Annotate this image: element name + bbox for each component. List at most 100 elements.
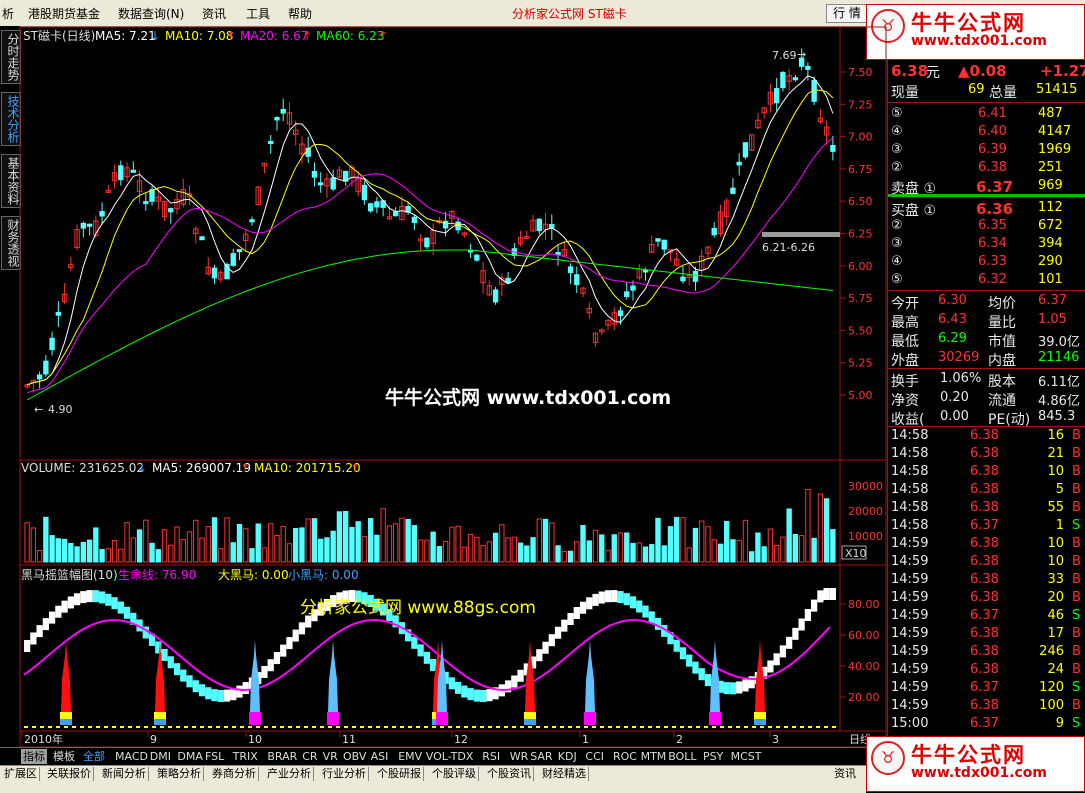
volume-bar [436, 546, 443, 563]
indicator-band [604, 590, 612, 603]
ask-price: 6.38 [978, 160, 1007, 175]
stat-label: 最低 [891, 334, 919, 350]
menu-item-news[interactable]: 资讯 [202, 5, 226, 22]
status-tab[interactable]: 产业分析 [265, 767, 314, 781]
volume-bar [492, 532, 499, 563]
status-tab[interactable]: 券商分析 [210, 767, 259, 781]
volume-bar [524, 545, 530, 563]
high-arrow-icon: → [797, 48, 806, 61]
tab-technical[interactable]: 技术分析 [1, 92, 21, 146]
status-tab[interactable]: 行业分析 [320, 767, 369, 781]
indicator-tab[interactable]: BRAR [265, 749, 299, 764]
candle-body [724, 200, 730, 218]
indicator-tab[interactable]: MACD [113, 749, 150, 764]
tick-side: B [1072, 590, 1081, 605]
indicator-tab[interactable]: PSY [701, 749, 725, 764]
indicator-tab[interactable]: ASI [369, 749, 391, 764]
indicator-tab[interactable]: VOL-TDX [424, 749, 476, 764]
quote-button[interactable]: 行 情 [826, 4, 868, 23]
indicator-tab[interactable]: BOLL [666, 749, 698, 764]
indicator-tab[interactable]: MTM [639, 749, 669, 764]
baseline-dot [192, 726, 196, 728]
bid-price: 6.32 [978, 272, 1007, 287]
stat-value: 6.30 [938, 293, 967, 308]
stat2-row: 换手 1.06% 股本 6.11亿 [888, 371, 1085, 390]
bid-qty: 101 [1038, 272, 1063, 287]
volume-bar [293, 528, 299, 563]
indicator-band [86, 590, 93, 603]
indicator-band [36, 625, 43, 638]
candle-body [811, 79, 817, 102]
volume-bar [361, 535, 368, 563]
status-tab[interactable]: 策略分析 [155, 767, 204, 781]
price-tick-label: 6.75 [848, 163, 873, 176]
status-news[interactable]: 资讯 [832, 767, 858, 781]
stat-row: 最低 6.29 市值 39.0亿 [888, 331, 1085, 350]
volume-bar [399, 517, 405, 563]
tick-time: 14:58 [891, 464, 929, 479]
menu-item-data-query[interactable]: 数据查询(N) [118, 5, 184, 22]
menu-item-hk-futures[interactable]: 港股期货基金 [28, 5, 100, 22]
baseline-dot [432, 726, 436, 728]
indicator-tab[interactable]: CR [300, 749, 319, 764]
volume-bar [286, 543, 293, 563]
baseline-dot [504, 726, 508, 728]
indicator-tab[interactable]: DMA [175, 749, 205, 764]
status-tab[interactable]: 个股研报 [375, 767, 424, 781]
candle-body [680, 276, 686, 282]
indicator-band [692, 661, 699, 674]
indicator-tab[interactable]: TRIX [231, 749, 260, 764]
menu-item-help[interactable]: 帮助 [288, 5, 312, 22]
indicator-tab[interactable]: OBV [341, 749, 368, 764]
status-tab[interactable]: 新闻分析 [100, 767, 149, 781]
indicator-band [742, 679, 749, 692]
ask-price: 6.41 [978, 106, 1007, 121]
menu-item-analysis[interactable]: 析 [2, 5, 14, 22]
volume-bar [736, 539, 742, 563]
volume-bar [255, 523, 261, 563]
volume-y-axis: 30000 20000 10000 [848, 480, 883, 543]
indicator-tab[interactable]: FSL [203, 749, 226, 764]
status-tab[interactable]: 个股资讯 [485, 767, 534, 781]
tab-fundamentals[interactable]: 基本资料 [1, 154, 21, 208]
status-tab[interactable]: 关联报价 [45, 767, 94, 781]
indicator-tab[interactable]: KDJ [556, 749, 579, 764]
indicator-band [523, 663, 530, 676]
indicator-tab[interactable]: WR [508, 749, 531, 764]
tab-financials[interactable]: 财务透视 [1, 216, 21, 270]
status-tab[interactable]: 个股评级 [430, 767, 479, 781]
indicator-tab[interactable]: DMI [148, 749, 173, 764]
candle-body [636, 268, 642, 279]
tick-qty: 100 [1039, 698, 1064, 713]
indicator-tab[interactable]: 全部 [81, 749, 107, 764]
volume-bar [236, 523, 243, 563]
indicator-tab[interactable]: EMV [396, 749, 424, 764]
status-tab[interactable]: 扩展区 [2, 767, 40, 781]
volume-bar [830, 529, 836, 563]
tick-qty: 33 [1047, 572, 1064, 587]
candle-body [830, 144, 836, 152]
candle-body [455, 221, 461, 231]
tab-time-share[interactable]: 分时走势 [1, 30, 21, 84]
indicator-tab[interactable]: 模板 [51, 749, 77, 764]
status-tab[interactable]: 财经精选 [540, 767, 589, 781]
tick-row: 14:58 6.38 5 B [888, 482, 1085, 500]
candle-body [730, 187, 736, 194]
indicator-tab[interactable]: CCI [583, 749, 606, 764]
indicator-tab[interactable]: VR [321, 749, 340, 764]
quote-volume-row: 现量 69 总量 51415 [888, 82, 1085, 101]
indicator-tab[interactable]: SAR [528, 749, 554, 764]
indicator-tab[interactable]: ROC [611, 749, 639, 764]
tick-time: 14:59 [891, 680, 929, 695]
logo-bottom: ♉ 牛牛公式网 www.tdx001.com [866, 736, 1085, 792]
volume-bar [105, 548, 112, 563]
indicator-tab[interactable]: MCST [729, 749, 764, 764]
baseline-dot [488, 726, 492, 728]
baseline-dot [704, 726, 708, 728]
volume-bar [455, 525, 461, 563]
indicator-tab[interactable]: RSI [480, 749, 502, 764]
menu-item-tools[interactable]: 工具 [246, 5, 270, 22]
baseline-dot [392, 726, 396, 728]
baseline-dot [776, 726, 780, 728]
indicator-tab[interactable]: 指标 [21, 749, 47, 764]
